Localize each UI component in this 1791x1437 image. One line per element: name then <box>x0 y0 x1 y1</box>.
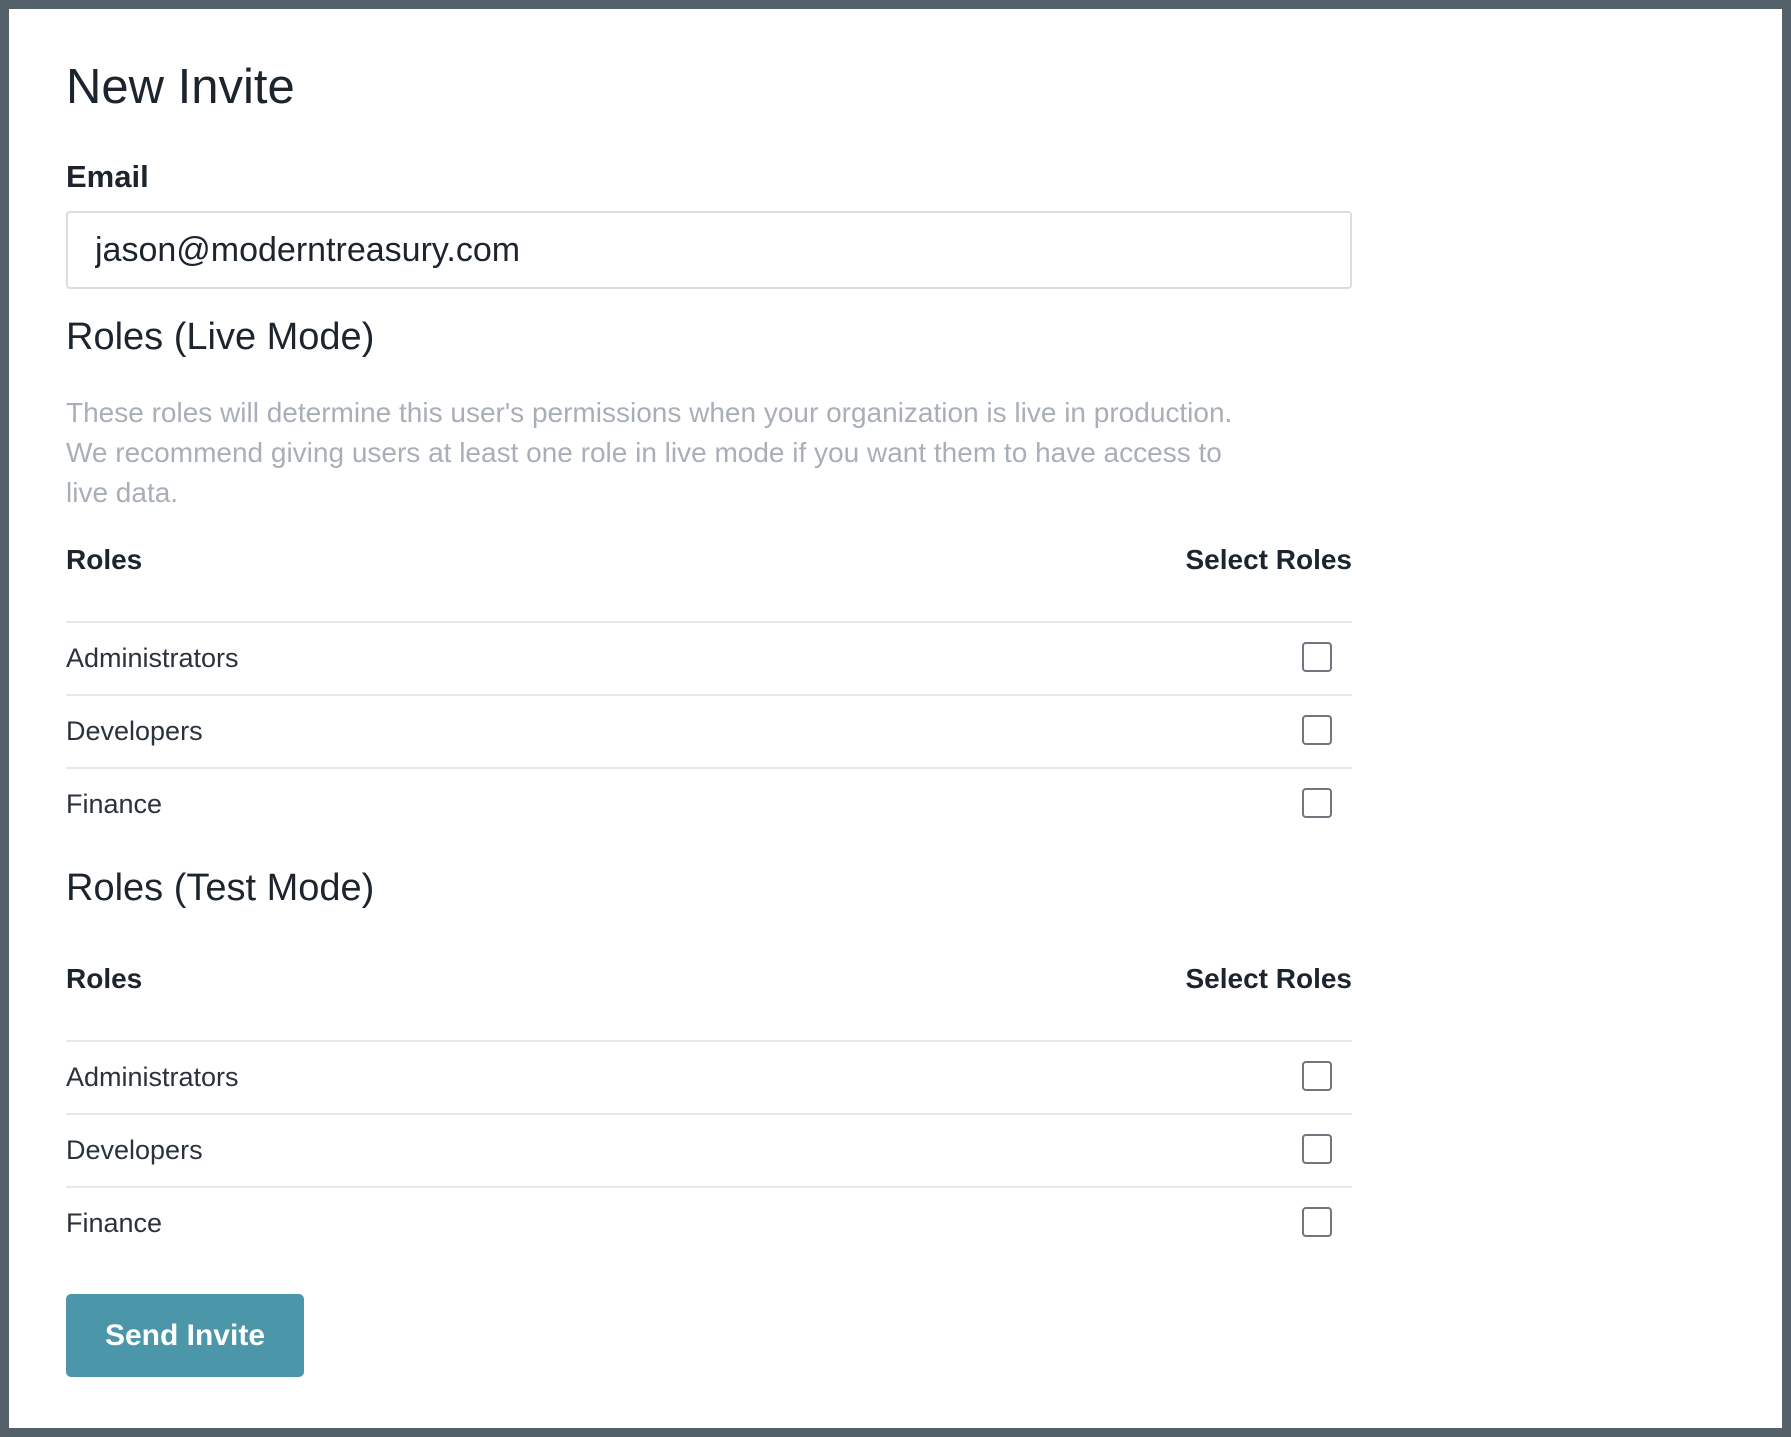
email-field[interactable] <box>66 211 1352 289</box>
live-developers-checkbox[interactable] <box>1302 715 1332 745</box>
live-roles-list: Administrators Developers Finance <box>66 621 1352 840</box>
live-administrators-checkbox[interactable] <box>1302 642 1332 672</box>
select-roles-column-header: Select Roles <box>1185 963 1352 994</box>
roles-column-header: Roles <box>66 544 143 575</box>
live-finance-checkbox[interactable] <box>1302 788 1332 818</box>
test-role-row-developers: Developers <box>66 1115 1352 1188</box>
live-role-row-developers: Developers <box>66 696 1352 769</box>
select-roles-column-header: Select Roles <box>1185 544 1352 575</box>
role-label: Administrators <box>66 1062 239 1092</box>
live-mode-description: These roles will determine this user's p… <box>66 397 1233 508</box>
test-administrators-checkbox[interactable] <box>1302 1061 1332 1091</box>
role-label: Administrators <box>66 643 239 673</box>
invite-panel: New Invite Email Roles (Live Mode) These… <box>9 9 1782 1428</box>
page-title: New Invite <box>66 60 295 114</box>
role-label: Developers <box>66 1135 203 1165</box>
test-mode-title: Roles (Test Mode) <box>66 867 375 909</box>
live-role-row-administrators: Administrators <box>66 623 1352 696</box>
test-developers-checkbox[interactable] <box>1302 1134 1332 1164</box>
test-role-row-finance: Finance <box>66 1188 1352 1259</box>
live-role-row-finance: Finance <box>66 769 1352 840</box>
live-roles-header: Roles Select Roles <box>66 538 1352 582</box>
roles-column-header: Roles <box>66 963 143 994</box>
test-role-row-administrators: Administrators <box>66 1042 1352 1115</box>
role-label: Developers <box>66 716 203 746</box>
test-finance-checkbox[interactable] <box>1302 1207 1332 1237</box>
role-label: Finance <box>66 789 163 819</box>
role-label: Finance <box>66 1208 163 1238</box>
test-roles-list: Administrators Developers Finance <box>66 1040 1352 1259</box>
email-label: Email <box>66 159 149 194</box>
live-mode-title: Roles (Live Mode) <box>66 316 375 358</box>
test-roles-header: Roles Select Roles <box>66 957 1352 1001</box>
send-invite-button[interactable]: Send Invite <box>66 1294 304 1377</box>
